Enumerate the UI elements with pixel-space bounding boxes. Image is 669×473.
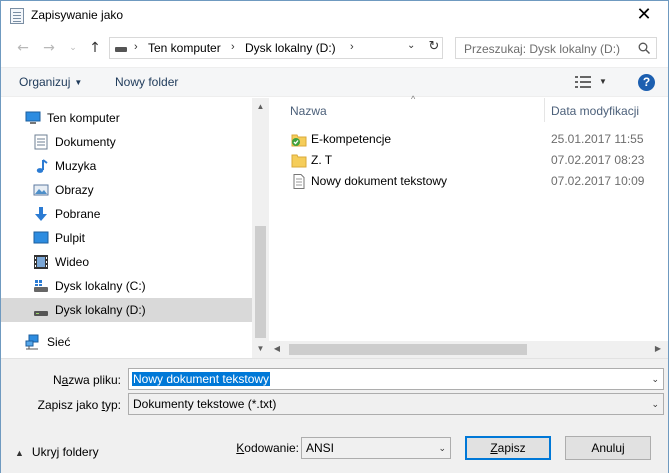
horizontal-scroll-thumb[interactable]	[289, 344, 527, 355]
search-icon	[638, 42, 650, 54]
desktop-icon	[33, 231, 49, 244]
encoding-label: Kodowanie:	[236, 441, 299, 455]
hide-folders-button[interactable]: ▲ Ukryj foldery	[15, 445, 99, 459]
back-button[interactable]: ←	[13, 38, 33, 58]
recent-locations-button[interactable]: ⌄	[63, 38, 83, 58]
navigation-pane: Ten komputer Dokumenty Muzyka Obrazy Pob…	[1, 98, 269, 358]
drive-icon	[115, 47, 127, 52]
nav-item-music[interactable]: Muzyka	[1, 154, 252, 178]
drive-c-icon	[34, 280, 48, 292]
column-header-name[interactable]: Nazwa	[290, 104, 327, 118]
save-as-dialog: Zapisywanie jako ✕ ← → ⌄ ↑ › Ten kompute…	[0, 0, 669, 473]
nav-scrollbar[interactable]: ▲ ▼	[252, 98, 269, 358]
nav-item-desktop[interactable]: Pulpit	[1, 226, 252, 250]
column-header-date[interactable]: Data modyfikacji	[551, 104, 639, 118]
folder-icon	[291, 154, 307, 168]
filename-value[interactable]: Nowy dokument tekstowy	[132, 372, 271, 386]
computer-icon	[25, 111, 41, 124]
search-input[interactable]: Przeszukaj: Dysk lokalny (D:)	[455, 37, 657, 59]
nav-item-videos[interactable]: Wideo	[1, 250, 252, 274]
nav-scroll-thumb[interactable]	[255, 226, 266, 338]
nav-item-documents[interactable]: Dokumenty	[1, 130, 252, 154]
cancel-button[interactable]: Anuluj	[565, 436, 651, 460]
scroll-up-icon[interactable]: ▲	[252, 102, 269, 111]
horizontal-scrollbar[interactable]: ◀ ▶	[269, 341, 668, 358]
list-item[interactable]: Nowy dokument tekstowy 07.02.2017 10:09	[269, 171, 668, 192]
encoding-select[interactable]: ANSI ⌄	[301, 437, 451, 459]
nav-item-drive-c[interactable]: Dysk lokalny (C:)	[1, 274, 252, 298]
breadcrumb-computer[interactable]: Ten komputer	[148, 41, 221, 55]
nav-item-network[interactable]: Sieć	[1, 330, 252, 354]
list-item[interactable]: Z. T 07.02.2017 08:23	[269, 150, 668, 171]
list-item[interactable]: E-kompetencje 25.01.2017 11:55	[269, 129, 668, 150]
title-bar: Zapisywanie jako ✕	[1, 1, 668, 31]
file-list: ^ Nazwa Data modyfikacji E-kompetencje 2…	[269, 94, 668, 358]
video-icon	[34, 255, 48, 269]
command-bar: Organizuj ▼ Nowy folder ▼ ?	[1, 67, 668, 97]
save-form: Nazwa pliku: Nowy dokument tekstowy ⌄ Za…	[1, 358, 668, 473]
caret-down-icon[interactable]: ▼	[599, 77, 607, 86]
chevron-down-icon[interactable]: ⌄	[651, 374, 659, 385]
window-title: Zapisywanie jako	[31, 8, 124, 22]
refresh-icon[interactable]: ↻	[426, 39, 442, 57]
nav-item-this-pc[interactable]: Ten komputer	[1, 106, 252, 130]
scroll-right-icon[interactable]: ▶	[652, 344, 664, 353]
scroll-down-icon[interactable]: ▼	[252, 344, 269, 353]
sort-ascending-icon: ^	[411, 94, 416, 104]
downloads-icon	[35, 207, 47, 221]
filename-label: Nazwa pliku:	[52, 373, 121, 387]
nav-item-pictures[interactable]: Obrazy	[1, 178, 252, 202]
drive-d-icon	[34, 311, 48, 316]
breadcrumb-drive-d[interactable]: Dysk lokalny (D:)	[245, 41, 336, 55]
address-bar[interactable]: › Ten komputer › Dysk lokalny (D:) › ⌄ ↻	[109, 37, 443, 59]
nav-item-downloads[interactable]: Pobrane	[1, 202, 252, 226]
chevron-right-icon[interactable]: ›	[231, 41, 235, 53]
save-type-label: Zapisz jako typ:	[37, 398, 121, 412]
search-placeholder: Przeszukaj: Dysk lokalny (D:)	[464, 42, 621, 56]
text-file-icon	[293, 174, 305, 189]
network-icon	[25, 334, 39, 350]
up-button[interactable]: ↑	[85, 38, 105, 58]
pictures-icon	[33, 184, 49, 196]
save-type-value: Dokumenty tekstowe (*.txt)	[133, 397, 277, 411]
chevron-right-icon[interactable]: ›	[350, 41, 354, 53]
chevron-down-icon[interactable]: ⌄	[407, 40, 415, 51]
scroll-left-icon[interactable]: ◀	[271, 344, 283, 353]
synced-folder-icon	[291, 134, 307, 147]
chevron-right-icon[interactable]: ›	[134, 41, 138, 53]
view-options-icon[interactable]	[575, 76, 591, 88]
notepad-icon	[10, 8, 24, 24]
encoding-value: ANSI	[306, 441, 335, 455]
column-divider[interactable]	[544, 98, 545, 122]
new-folder-button[interactable]: Nowy folder	[115, 75, 178, 89]
organize-button[interactable]: Organizuj ▼	[19, 75, 82, 89]
save-type-select[interactable]: Dokumenty tekstowe (*.txt) ⌄	[128, 393, 664, 415]
forward-button[interactable]: →	[39, 38, 59, 58]
help-icon[interactable]: ?	[638, 74, 655, 91]
save-button[interactable]: Zapisz	[465, 436, 551, 460]
close-button[interactable]: ✕	[633, 5, 655, 25]
chevron-down-icon[interactable]: ⌄	[438, 443, 446, 454]
caret-down-icon: ▼	[74, 78, 83, 87]
music-icon	[36, 159, 48, 173]
documents-icon	[34, 134, 48, 150]
chevron-down-icon[interactable]: ⌄	[651, 399, 659, 410]
nav-item-drive-d[interactable]: Dysk lokalny (D:)	[1, 298, 252, 322]
chevron-up-icon: ▲	[15, 448, 24, 458]
filename-field[interactable]: Nowy dokument tekstowy ⌄	[128, 368, 664, 390]
